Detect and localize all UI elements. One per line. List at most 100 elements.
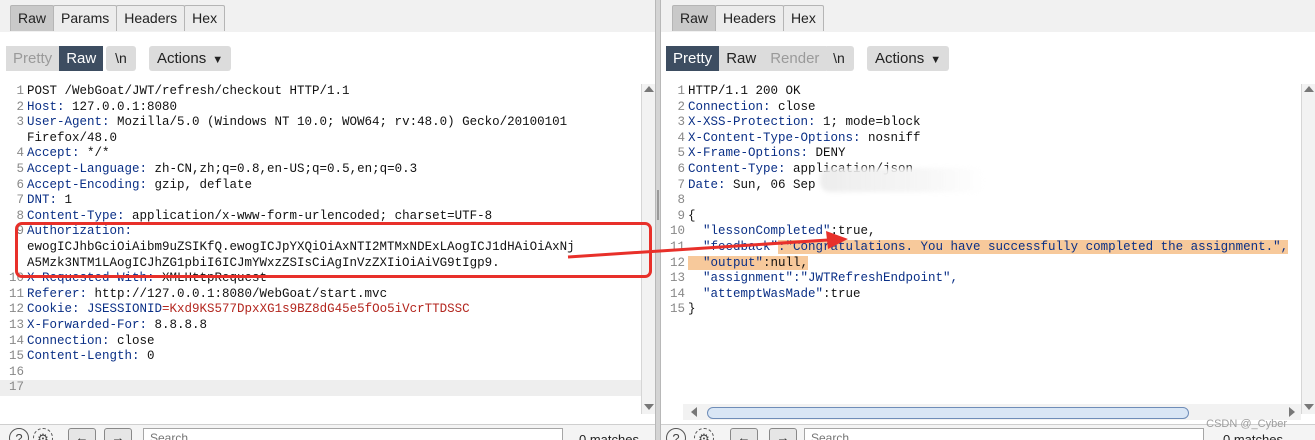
- header-key: Cookie:: [27, 302, 80, 317]
- header-key: DNT:: [27, 193, 58, 208]
- line-text: POST /WebGoat/JWT/refresh/checkout HTTP/…: [27, 84, 350, 98]
- line-text: :true: [823, 286, 861, 301]
- line-text: :"Congratulations. You have successfully…: [778, 239, 1289, 254]
- code-line: 5 X-Frame-Options: DENY: [661, 146, 1301, 162]
- next-match-button[interactable]: →: [104, 428, 132, 440]
- response-vertical-scrollbar[interactable]: [1301, 84, 1315, 414]
- previous-match-button[interactable]: ←: [730, 428, 758, 440]
- right-tab-hex[interactable]: Hex: [782, 5, 824, 31]
- code-line: 8: [661, 193, 1301, 209]
- header-key: "attemptWasMade": [688, 286, 824, 301]
- line-text: */*: [79, 146, 110, 161]
- chevron-down-icon: ▼: [930, 54, 942, 66]
- redacted-blur: [820, 168, 985, 192]
- help-icon[interactable]: ?: [666, 428, 686, 440]
- left-tab-hex[interactable]: Hex: [184, 5, 226, 31]
- header-key: "lessonCompleted": [688, 224, 831, 239]
- scroll-down-icon[interactable]: [1304, 404, 1314, 410]
- request-search-bar: ? ⚙ ← → 0 matches: [0, 424, 655, 440]
- help-icon[interactable]: ?: [9, 428, 29, 440]
- response-newline-button[interactable]: \n: [824, 46, 854, 71]
- header-key: "feedback": [688, 239, 779, 254]
- header-key: X-Content-Type-Options:: [688, 130, 861, 145]
- line-number: 15: [669, 302, 685, 317]
- divider-grip[interactable]: [657, 190, 659, 220]
- header-key: Accept:: [27, 146, 80, 161]
- code-line: 4 X-Content-Type-Options: nosniff: [661, 131, 1301, 147]
- scroll-left-icon[interactable]: [691, 407, 697, 417]
- scroll-up-icon[interactable]: [644, 86, 654, 92]
- line-number: 17: [8, 380, 24, 395]
- header-key: "assignment": [688, 271, 794, 286]
- response-actions-button[interactable]: Actions ▼: [867, 46, 950, 71]
- line-text: close: [770, 99, 816, 114]
- next-match-button[interactable]: →: [769, 428, 797, 440]
- header-key: Connection:: [688, 99, 771, 114]
- response-search-input[interactable]: [804, 428, 1204, 440]
- line-number: 3: [677, 115, 685, 130]
- header-key: Content-Length:: [27, 349, 140, 364]
- header-key: X-Forwarded-For:: [27, 317, 148, 332]
- line-text: Mozilla/5.0 (Windows NT 10.0; WOW64; rv:…: [109, 115, 568, 130]
- right-view-raw[interactable]: Raw: [719, 46, 764, 71]
- code-line: 7 DNT: 1: [0, 193, 642, 209]
- gear-icon[interactable]: ⚙: [33, 428, 53, 440]
- right-tab-headers[interactable]: Headers: [715, 5, 784, 31]
- horizontal-scroll-thumb[interactable]: [707, 407, 1189, 419]
- response-tab-bar: Raw Headers Hex: [661, 0, 1315, 33]
- request-actions-button[interactable]: Actions ▼: [149, 46, 232, 71]
- right-view-pretty[interactable]: Pretty: [666, 46, 720, 71]
- code-line: 1 HTTP/1.1 200 OK: [661, 84, 1301, 100]
- line-text: gzip, deflate: [147, 177, 253, 192]
- line-number: 7: [16, 193, 24, 208]
- request-search-input[interactable]: [143, 428, 563, 440]
- scroll-right-icon[interactable]: [1289, 407, 1295, 417]
- line-number: 3: [16, 115, 24, 130]
- response-pane: Raw Headers Hex Pretty Raw Render \n Actions…: [661, 0, 1315, 440]
- request-newline-button[interactable]: \n: [106, 46, 136, 71]
- header-key: User-Agent:: [27, 115, 110, 130]
- line-text: :true,: [830, 224, 876, 239]
- left-view-pretty[interactable]: Pretty: [6, 46, 60, 71]
- line-text: HTTP/1.1 200 OK: [688, 84, 801, 98]
- line-text: }: [688, 302, 696, 317]
- header-key: "output": [688, 255, 764, 270]
- line-number: 16: [8, 364, 24, 379]
- code-line: 16: [0, 365, 642, 381]
- code-line: 2 Host: 127.0.0.1:8080: [0, 100, 642, 116]
- line-number: 12: [8, 302, 24, 317]
- code-line: Firefox/48.0: [0, 131, 642, 147]
- line-number: 2: [677, 99, 685, 114]
- response-view-mode-toggle: Pretty Raw Render: [666, 46, 827, 71]
- code-line: 12 Cookie: JSESSIONID=Kxd9KS577DpxXG1s9BZ…: [0, 302, 642, 318]
- cookie-value: =Kxd9KS577DpxXG1s9BZ8dG45e5fOo5iVcrTTDSS…: [162, 302, 470, 317]
- left-tab-params[interactable]: Params: [53, 5, 118, 31]
- code-line: 5 Accept-Language: zh-CN,zh;q=0.8,en-US;q…: [0, 162, 642, 178]
- previous-match-button[interactable]: ←: [68, 428, 96, 440]
- line-number: 7: [677, 177, 685, 192]
- code-line: 2 Connection: close: [661, 100, 1301, 116]
- code-line: 15}: [661, 302, 1301, 318]
- line-text: :null,: [763, 255, 809, 270]
- left-tab-headers[interactable]: Headers: [116, 5, 186, 31]
- code-line: 14 "attemptWasMade":true: [661, 287, 1301, 303]
- left-view-raw[interactable]: Raw: [59, 46, 104, 71]
- line-text: 127.0.0.1:8080: [64, 99, 178, 114]
- code-line: 3 User-Agent: Mozilla/5.0 (Windows NT 10.…: [0, 115, 642, 131]
- request-match-count: 0 matches: [579, 432, 639, 440]
- line-text: application/x-www-form-urlencoded; chars…: [124, 208, 493, 223]
- line-number: 11: [669, 239, 685, 254]
- response-editor[interactable]: 1 HTTP/1.1 200 OK 2 Connection: close 3 X-XSS…: [661, 84, 1301, 399]
- code-line: 15 Content-Length: 0: [0, 349, 642, 365]
- code-line: 9{: [661, 209, 1301, 225]
- code-line: 13 X-Forwarded-For: 8.8.8.8: [0, 318, 642, 334]
- line-number: 1: [677, 84, 685, 98]
- right-tab-raw[interactable]: Raw: [672, 5, 717, 31]
- code-line: 4 Accept: */*: [0, 146, 642, 162]
- scroll-down-icon[interactable]: [644, 404, 654, 410]
- scroll-up-icon[interactable]: [1304, 86, 1314, 92]
- request-actions-label: Actions: [157, 50, 207, 67]
- left-tab-raw[interactable]: Raw: [10, 5, 55, 31]
- gear-icon[interactable]: ⚙: [694, 428, 714, 440]
- line-text: 8.8.8.8: [147, 317, 208, 332]
